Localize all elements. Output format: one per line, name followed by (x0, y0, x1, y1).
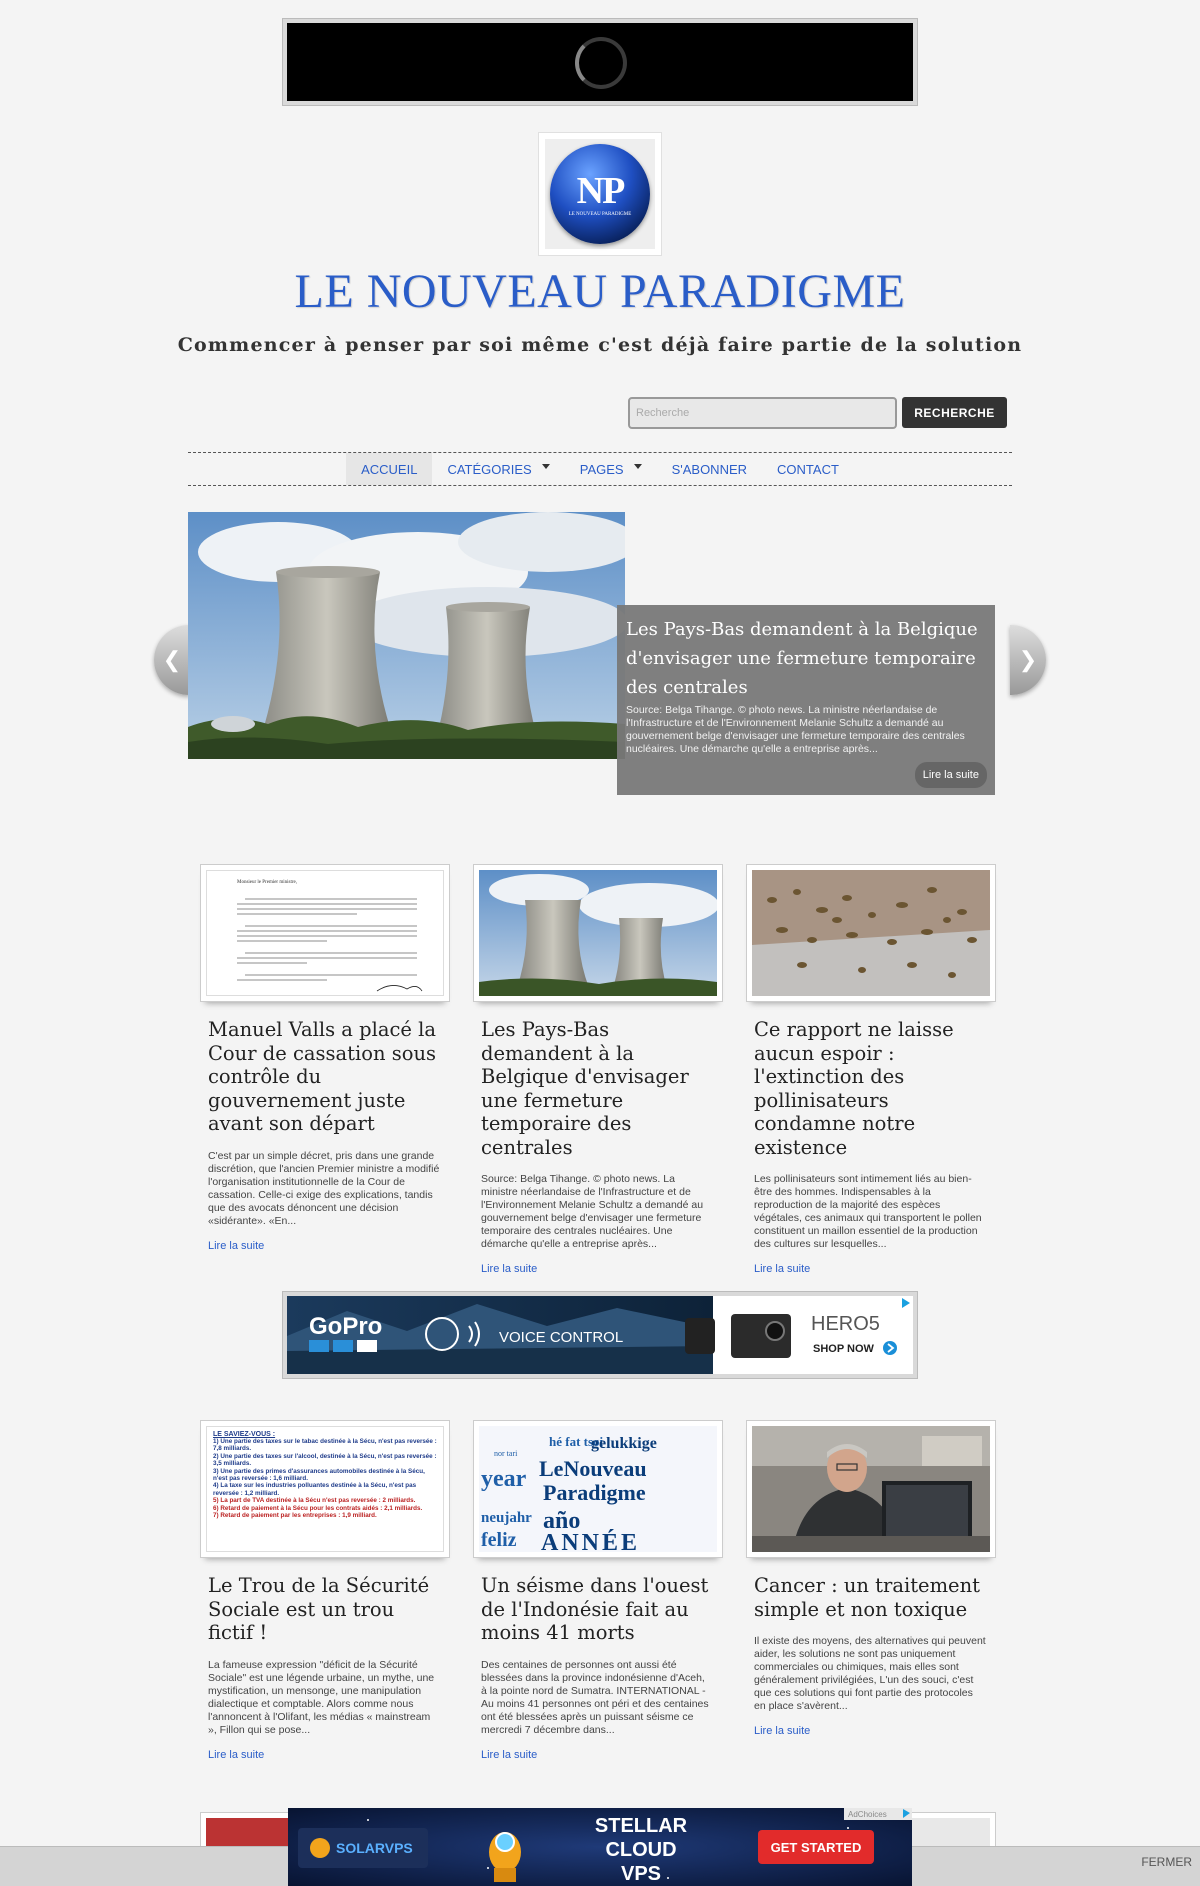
nav-item-categories[interactable]: CATÉGORIES (432, 453, 564, 485)
svg-text:CLOUD: CLOUD (605, 1839, 676, 1861)
svg-text:nor tari: nor tari (494, 1449, 518, 1458)
gopro-ad-banner[interactable]: GoPro VOICE CONTROL HERO5 SHOP NOW (282, 1291, 918, 1379)
article-title[interactable]: Ce rapport ne laisse aucun espoir : l'ex… (746, 1018, 994, 1159)
article-excerpt: Il existe des moyens, des alternatives q… (754, 1635, 986, 1712)
article-card: Les Pays-Bas demandent à la Belgique d'e… (473, 864, 723, 1275)
article-thumbnail[interactable] (746, 864, 996, 1002)
article-excerpt: Source: Belga Tihange. © photo news. La … (481, 1173, 704, 1250)
chevron-left-icon: ❮ (162, 647, 182, 672)
slider-read-more-button[interactable]: Lire la suite (914, 762, 987, 788)
article-excerpt: La fameuse expression "déficit de la Séc… (208, 1658, 435, 1736)
search-input[interactable] (628, 397, 897, 429)
article-card: Cancer : un traitement simple et non tox… (746, 1420, 996, 1737)
article-title[interactable]: Les Pays-Bas demandent à la Belgique d'e… (473, 1018, 721, 1159)
slider-caption: Les Pays-Bas demandent à la Belgique d'e… (617, 605, 995, 795)
slider-image[interactable] (188, 512, 625, 759)
search-button[interactable]: RECHERCHE (902, 397, 1007, 428)
close-ad-button[interactable]: FERMER (1141, 1855, 1192, 1869)
article-title[interactable]: Le Trou de la Sécurité Sociale est un tr… (200, 1574, 448, 1645)
solarvps-cta: GET STARTED (771, 1840, 862, 1855)
nav-item-contact[interactable]: CONTACT (762, 453, 854, 485)
caret-down-icon (541, 464, 550, 469)
article-read-more-link[interactable]: Lire la suite (200, 1240, 448, 1252)
article-title[interactable]: Un séisme dans l'ouest de l'Indonésie fa… (473, 1574, 721, 1645)
secu-heading: LE SAVIEZ-VOUS : (213, 1431, 276, 1438)
article-thumbnail[interactable] (746, 1420, 996, 1558)
article-excerpt: C'est par un simple décret, pris dans un… (208, 1149, 440, 1227)
adchoices-label: AdChoices (848, 1810, 887, 1819)
article-excerpt: Les pollinisateurs sont intimement liés … (754, 1173, 982, 1250)
article-card: hé fat tsoi gelukkige nor tari year LeNo… (473, 1420, 723, 1761)
article-read-more-link[interactable]: Lire la suite (746, 1725, 994, 1737)
gopro-logo: GoPro (309, 1313, 382, 1340)
article-thumbnail[interactable]: hé fat tsoi gelukkige nor tari year LeNo… (473, 1420, 723, 1558)
svg-text:VPS: VPS (621, 1863, 661, 1885)
nav-item-accueil[interactable]: ACCUEIL (346, 453, 433, 485)
main-nav: ACCUEIL CATÉGORIES PAGES S'ABONNER CONTA… (188, 452, 1012, 486)
caret-down-icon (633, 464, 642, 469)
logo-globe-icon: NP LE NOUVEAU PARADIGME (550, 144, 650, 244)
gopro-tagline: VOICE CONTROL (499, 1329, 623, 1346)
slider-excerpt: Source: Belga Tihange. © photo news. La … (626, 704, 965, 755)
loading-spinner-icon (575, 37, 627, 89)
svg-text:Paradigme: Paradigme (543, 1480, 646, 1505)
article-card: Monsieur le Premier ministre, Manuel Val… (200, 864, 450, 1252)
solarvps-logo: SOLARVPS (336, 1840, 413, 1856)
article-thumbnail[interactable]: Monsieur le Premier ministre, (200, 864, 450, 1002)
svg-text:neujahr: neujahr (481, 1510, 532, 1526)
svg-text:year: year (481, 1466, 527, 1492)
chevron-right-icon: ❯ (1018, 647, 1038, 672)
article-read-more-link[interactable]: Lire la suite (200, 1749, 448, 1761)
gopro-product: HERO5 (811, 1313, 880, 1335)
article-read-more-link[interactable]: Lire la suite (473, 1263, 721, 1275)
article-excerpt: Des centaines de personnes ont aussi été… (481, 1658, 709, 1736)
article-thumbnail[interactable]: LE SAVIEZ-VOUS : 1) Une partie des taxes… (200, 1420, 450, 1558)
article-read-more-link[interactable]: Lire la suite (473, 1749, 721, 1761)
svg-text:ANNÉE: ANNÉE (541, 1530, 640, 1552)
top-ad-banner[interactable] (282, 18, 918, 106)
nav-item-pages[interactable]: PAGES (565, 453, 657, 485)
svg-text:STELLAR: STELLAR (595, 1815, 688, 1837)
gopro-cta: SHOP NOW (813, 1343, 875, 1355)
solarvps-ad-banner[interactable]: SOLARVPS STELLAR CLOUD VPS GET STARTED A… (288, 1808, 912, 1886)
slider-prev-button[interactable]: ❮ (154, 625, 190, 695)
svg-text:gelukkige: gelukkige (591, 1435, 657, 1452)
nav-item-sabonner[interactable]: S'ABONNER (657, 453, 762, 485)
article-read-more-link[interactable]: Lire la suite (746, 1263, 994, 1275)
article-card: Ce rapport ne laisse aucun espoir : l'ex… (746, 864, 996, 1275)
slider-title[interactable]: Les Pays-Bas demandent à la Belgique d'e… (626, 615, 986, 702)
ad-video-area[interactable] (287, 23, 913, 101)
article-title[interactable]: Cancer : un traitement simple et non tox… (746, 1574, 994, 1621)
doc-heading: Monsieur le Premier ministre, (237, 880, 297, 885)
svg-text:feliz: feliz (481, 1529, 517, 1551)
article-title[interactable]: Manuel Valls a placé la Cour de cassatio… (200, 1018, 448, 1136)
site-title[interactable]: LE NOUVEAU PARADIGME (0, 264, 1200, 319)
article-card: LE SAVIEZ-VOUS : 1) Une partie des taxes… (200, 1420, 450, 1761)
slider-next-button[interactable]: ❯ (1010, 625, 1046, 695)
svg-text:LeNouveau: LeNouveau (539, 1456, 647, 1481)
site-tagline: Commencer à penser par soi même c'est dé… (177, 334, 1023, 356)
site-logo[interactable]: NP LE NOUVEAU PARADIGME (538, 132, 662, 256)
article-thumbnail[interactable] (473, 864, 723, 1002)
